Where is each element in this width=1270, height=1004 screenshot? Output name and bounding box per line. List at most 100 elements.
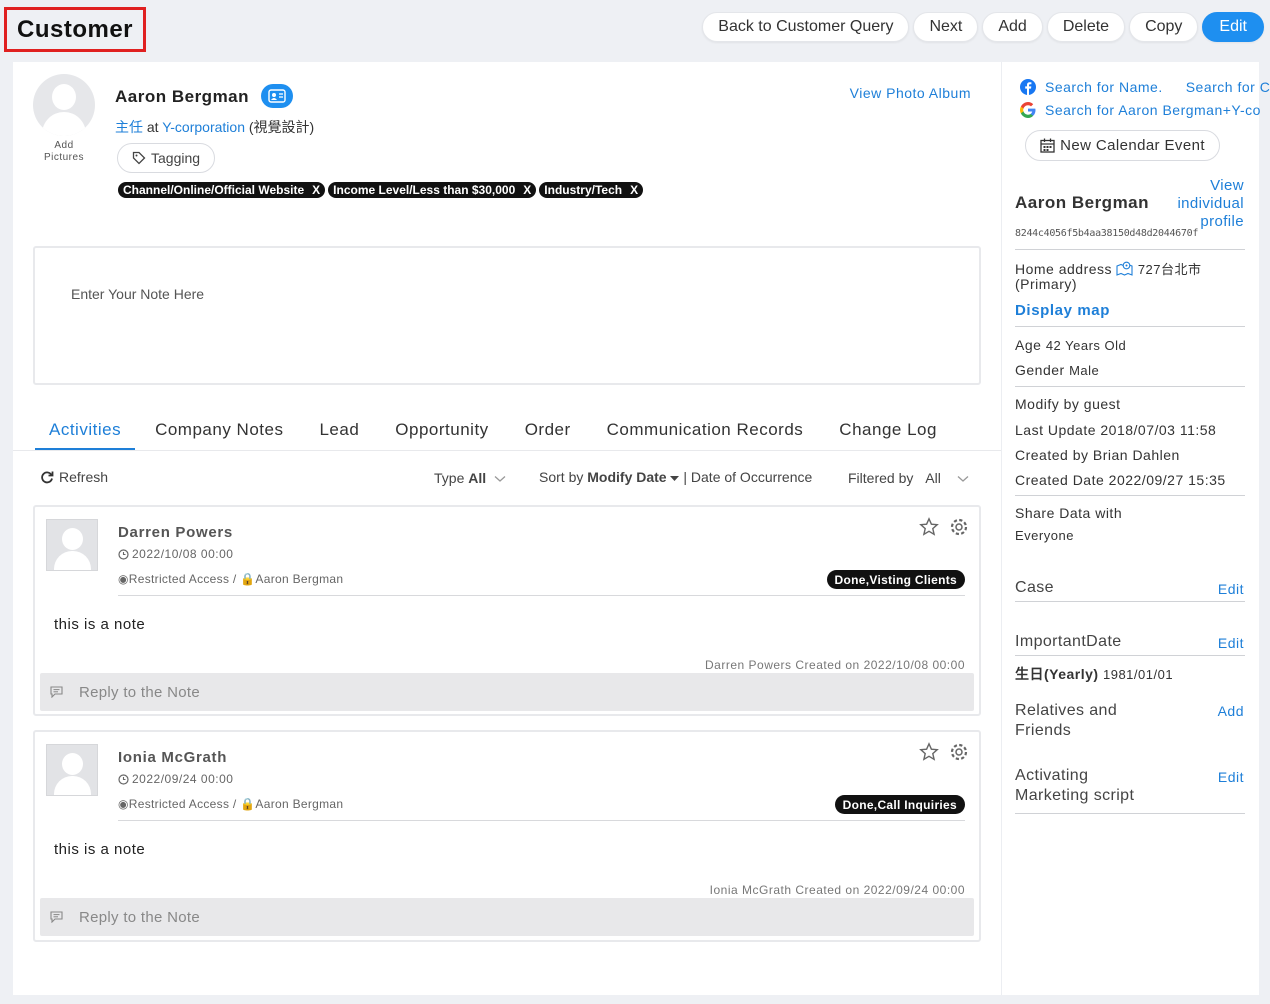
tag-chip: Income Level/Less than $30,000 X: [328, 182, 537, 198]
copy-button[interactable]: Copy: [1129, 12, 1199, 42]
tag-icon: [132, 151, 146, 165]
owner-label: Aaron Bergman: [255, 797, 344, 811]
sort-value[interactable]: Modify Date: [587, 469, 666, 485]
case-edit-link[interactable]: Edit: [1218, 581, 1244, 597]
gear-icon[interactable]: [949, 742, 969, 762]
tab-lead[interactable]: Lead: [319, 420, 359, 451]
divider: [118, 595, 965, 596]
reply-to-note-button[interactable]: Reply to the Note: [40, 898, 974, 936]
refresh-button[interactable]: Refresh: [40, 469, 108, 485]
tagging-button[interactable]: Tagging: [117, 143, 216, 173]
age-row: Age 42 Years Old: [1015, 337, 1126, 353]
share-value: Everyone: [1015, 527, 1074, 543]
divider: [1015, 326, 1245, 327]
filtered-value: All: [925, 470, 941, 486]
add-button[interactable]: Add: [982, 12, 1043, 42]
reply-to-note-button[interactable]: Reply to the Note: [40, 673, 974, 711]
chevron-down-icon: [494, 476, 506, 482]
tab-activities[interactable]: Activities: [35, 420, 136, 451]
tag-chip: Channel/Online/Official Website X: [118, 182, 326, 198]
search-company-link[interactable]: Search for C: [1186, 79, 1270, 95]
modify-by: Modify by guest: [1015, 396, 1121, 412]
tag-remove-button[interactable]: X: [630, 183, 638, 197]
star-icon[interactable]: [919, 517, 939, 537]
view-profile-line: individual: [1177, 195, 1244, 212]
relatives-line: Relatives and: [1015, 702, 1118, 719]
marketing-script-edit-link[interactable]: Edit: [1218, 769, 1244, 785]
avatar-upload[interactable]: Add Pictures: [33, 74, 95, 164]
important-date-edit-link[interactable]: Edit: [1218, 635, 1244, 651]
birthday-row: 生日(Yearly) 1981/01/01: [1015, 664, 1173, 684]
clock-icon: [118, 773, 129, 785]
avatar[interactable]: [33, 74, 95, 136]
activity-author[interactable]: Ionia McGrath: [118, 749, 227, 766]
top-actions: Back to Customer Query Next Add Delete C…: [702, 12, 1264, 42]
divider: [118, 820, 965, 821]
edit-button[interactable]: Edit: [1202, 12, 1264, 42]
primary-label: (Primary): [1015, 276, 1078, 292]
birthday-value: 1981/01/01: [1102, 667, 1174, 682]
activity-created: Ionia McGrath Created on 2022/09/24 00:0…: [709, 883, 965, 897]
relatives-add-link[interactable]: Add: [1218, 703, 1244, 719]
divider: [1015, 249, 1245, 250]
search-links: Search for Name. Search for C Search for…: [1020, 75, 1270, 121]
divider: [1015, 655, 1245, 656]
relatives-label: Relatives and Friends: [1015, 701, 1117, 741]
tab-order[interactable]: Order: [525, 420, 571, 451]
job-title-link[interactable]: 主任: [115, 119, 143, 135]
star-icon[interactable]: [919, 742, 939, 762]
delete-button[interactable]: Delete: [1046, 12, 1126, 42]
tag-remove-button[interactable]: X: [523, 183, 531, 197]
tab-bar: Activities Company Notes Lead Opportunit…: [35, 420, 973, 451]
activity-note: this is a note: [54, 616, 146, 633]
view-photo-album-link[interactable]: View Photo Album: [850, 85, 971, 101]
tab-company-notes[interactable]: Company Notes: [155, 420, 283, 451]
caret-down-icon: [670, 476, 680, 481]
activity-author[interactable]: Darren Powers: [118, 524, 233, 541]
home-address-value: 727台北市: [1137, 262, 1202, 277]
next-button[interactable]: Next: [913, 12, 979, 42]
sort-date-of-occurrence[interactable]: Date of Occurrence: [691, 469, 812, 485]
note-placeholder: Enter Your Note Here: [71, 286, 205, 302]
search-name-link[interactable]: Search for Name.: [1045, 79, 1163, 95]
relatives-line: Friends: [1015, 722, 1072, 739]
eye-icon: ◉: [118, 797, 129, 811]
tab-opportunity[interactable]: Opportunity: [395, 420, 488, 451]
map-pin-icon[interactable]: [1116, 261, 1133, 276]
divider: [1015, 601, 1245, 602]
tag-chip: Industry/Tech X: [539, 182, 644, 198]
type-filter-dropdown[interactable]: Type All: [434, 470, 506, 486]
access-label: Restricted Access /: [128, 797, 237, 811]
department-label: (視覺設計): [248, 119, 315, 135]
tag-chips: Channel/Online/Official Website X Income …: [118, 182, 644, 198]
access-label: Restricted Access /: [128, 572, 237, 586]
back-to-query-button[interactable]: Back to Customer Query: [702, 12, 910, 42]
person-card-icon[interactable]: [261, 84, 293, 108]
company-link[interactable]: Y-corporation: [162, 119, 245, 135]
display-map-link[interactable]: Display map: [1015, 302, 1110, 319]
at-label: at: [146, 119, 159, 135]
search-google-link[interactable]: Search for Aaron Bergman+Y-co: [1045, 102, 1261, 118]
tab-communication-records[interactable]: Communication Records: [607, 420, 804, 451]
filter-dropdown[interactable]: Filtered by All: [848, 470, 969, 486]
activity-note: this is a note: [54, 841, 146, 858]
last-update: Last Update 2018/07/03 11:58: [1015, 422, 1217, 438]
tab-change-log[interactable]: Change Log: [839, 420, 937, 451]
sort-control[interactable]: Sort by Modify Date | Date of Occurrence: [539, 469, 812, 485]
note-input[interactable]: Enter Your Note Here: [33, 246, 981, 385]
new-calendar-event-button[interactable]: New Calendar Event: [1025, 130, 1220, 161]
page-title: Customer: [4, 7, 146, 52]
customer-name: Aaron Bergman: [115, 87, 250, 106]
add-pictures-label[interactable]: Add Pictures: [33, 140, 95, 164]
owner-label: Aaron Bergman: [255, 572, 344, 586]
age-label: Age: [1015, 337, 1042, 353]
eye-icon: ◉: [118, 572, 129, 586]
view-individual-profile-link[interactable]: View individual profile: [1177, 177, 1244, 231]
tagging-label: Tagging: [151, 150, 201, 166]
tag-remove-button[interactable]: X: [312, 183, 320, 197]
filtered-label: Filtered by: [848, 470, 914, 486]
activity-card: Darren Powers 2022/10/08 00:00 ◉Restrict…: [33, 505, 981, 716]
gear-icon[interactable]: [949, 517, 969, 537]
gender-value: Male: [1069, 363, 1100, 378]
google-icon: [1020, 101, 1036, 118]
